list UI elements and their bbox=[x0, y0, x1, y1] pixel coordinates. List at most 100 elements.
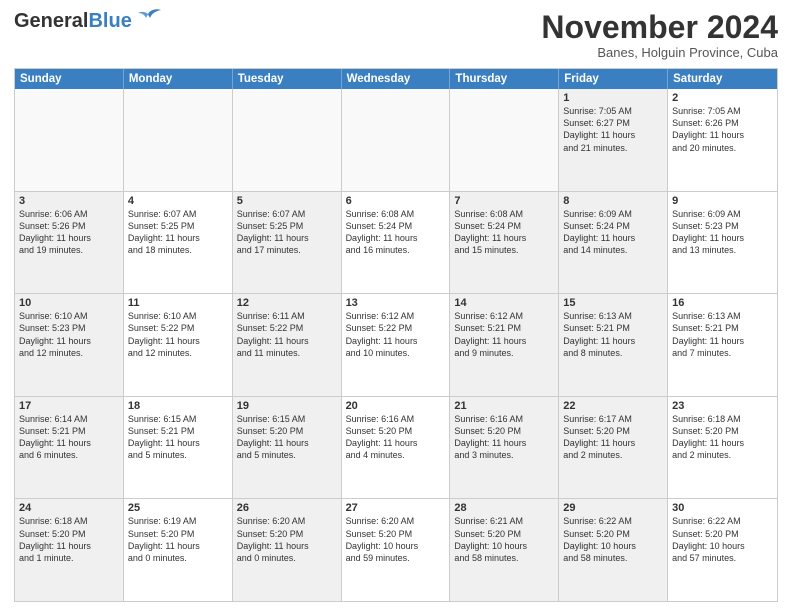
cal-cell bbox=[233, 89, 342, 191]
day-number: 12 bbox=[237, 297, 337, 309]
day-number: 22 bbox=[563, 400, 663, 412]
day-number: 15 bbox=[563, 297, 663, 309]
cal-cell: 14Sunrise: 6:12 AM Sunset: 5:21 PM Dayli… bbox=[450, 294, 559, 396]
calendar-row-2: 3Sunrise: 6:06 AM Sunset: 5:26 PM Daylig… bbox=[15, 191, 777, 294]
cal-cell: 23Sunrise: 6:18 AM Sunset: 5:20 PM Dayli… bbox=[668, 397, 777, 499]
cal-cell: 4Sunrise: 6:07 AM Sunset: 5:25 PM Daylig… bbox=[124, 192, 233, 294]
day-number: 7 bbox=[454, 195, 554, 207]
day-info: Sunrise: 6:20 AM Sunset: 5:20 PM Dayligh… bbox=[346, 515, 446, 564]
day-number: 10 bbox=[19, 297, 119, 309]
cal-cell: 7Sunrise: 6:08 AM Sunset: 5:24 PM Daylig… bbox=[450, 192, 559, 294]
day-info: Sunrise: 6:13 AM Sunset: 5:21 PM Dayligh… bbox=[672, 310, 773, 359]
day-number: 29 bbox=[563, 502, 663, 514]
day-number: 28 bbox=[454, 502, 554, 514]
day-info: Sunrise: 7:05 AM Sunset: 6:27 PM Dayligh… bbox=[563, 105, 663, 154]
day-number: 13 bbox=[346, 297, 446, 309]
day-info: Sunrise: 6:20 AM Sunset: 5:20 PM Dayligh… bbox=[237, 515, 337, 564]
cal-cell: 21Sunrise: 6:16 AM Sunset: 5:20 PM Dayli… bbox=[450, 397, 559, 499]
month-title: November 2024 bbox=[541, 10, 778, 45]
day-info: Sunrise: 6:22 AM Sunset: 5:20 PM Dayligh… bbox=[672, 515, 773, 564]
cal-header-tuesday: Tuesday bbox=[233, 69, 342, 89]
cal-cell bbox=[450, 89, 559, 191]
day-number: 1 bbox=[563, 92, 663, 104]
cal-cell: 6Sunrise: 6:08 AM Sunset: 5:24 PM Daylig… bbox=[342, 192, 451, 294]
cal-cell: 20Sunrise: 6:16 AM Sunset: 5:20 PM Dayli… bbox=[342, 397, 451, 499]
day-number: 16 bbox=[672, 297, 773, 309]
cal-cell: 28Sunrise: 6:21 AM Sunset: 5:20 PM Dayli… bbox=[450, 499, 559, 601]
day-info: Sunrise: 6:16 AM Sunset: 5:20 PM Dayligh… bbox=[454, 413, 554, 462]
day-info: Sunrise: 6:18 AM Sunset: 5:20 PM Dayligh… bbox=[19, 515, 119, 564]
cal-cell: 3Sunrise: 6:06 AM Sunset: 5:26 PM Daylig… bbox=[15, 192, 124, 294]
header: GeneralBlue November 2024 Banes, Holguin… bbox=[14, 10, 778, 60]
day-number: 6 bbox=[346, 195, 446, 207]
cal-cell: 15Sunrise: 6:13 AM Sunset: 5:21 PM Dayli… bbox=[559, 294, 668, 396]
day-number: 17 bbox=[19, 400, 119, 412]
day-number: 3 bbox=[19, 195, 119, 207]
logo: GeneralBlue bbox=[14, 10, 162, 32]
day-number: 26 bbox=[237, 502, 337, 514]
day-number: 4 bbox=[128, 195, 228, 207]
cal-cell: 26Sunrise: 6:20 AM Sunset: 5:20 PM Dayli… bbox=[233, 499, 342, 601]
calendar-row-1: 1Sunrise: 7:05 AM Sunset: 6:27 PM Daylig… bbox=[15, 89, 777, 191]
cal-cell: 8Sunrise: 6:09 AM Sunset: 5:24 PM Daylig… bbox=[559, 192, 668, 294]
cal-header-sunday: Sunday bbox=[15, 69, 124, 89]
day-info: Sunrise: 6:16 AM Sunset: 5:20 PM Dayligh… bbox=[346, 413, 446, 462]
cal-cell bbox=[15, 89, 124, 191]
day-number: 11 bbox=[128, 297, 228, 309]
cal-cell: 1Sunrise: 7:05 AM Sunset: 6:27 PM Daylig… bbox=[559, 89, 668, 191]
day-number: 18 bbox=[128, 400, 228, 412]
page: GeneralBlue November 2024 Banes, Holguin… bbox=[0, 0, 792, 612]
day-info: Sunrise: 6:18 AM Sunset: 5:20 PM Dayligh… bbox=[672, 413, 773, 462]
day-info: Sunrise: 6:08 AM Sunset: 5:24 PM Dayligh… bbox=[454, 208, 554, 257]
cal-cell: 19Sunrise: 6:15 AM Sunset: 5:20 PM Dayli… bbox=[233, 397, 342, 499]
cal-header-saturday: Saturday bbox=[668, 69, 777, 89]
day-info: Sunrise: 6:22 AM Sunset: 5:20 PM Dayligh… bbox=[563, 515, 663, 564]
cal-cell: 11Sunrise: 6:10 AM Sunset: 5:22 PM Dayli… bbox=[124, 294, 233, 396]
day-number: 2 bbox=[672, 92, 773, 104]
day-info: Sunrise: 6:14 AM Sunset: 5:21 PM Dayligh… bbox=[19, 413, 119, 462]
calendar-row-4: 17Sunrise: 6:14 AM Sunset: 5:21 PM Dayli… bbox=[15, 396, 777, 499]
day-info: Sunrise: 6:10 AM Sunset: 5:22 PM Dayligh… bbox=[128, 310, 228, 359]
cal-cell: 30Sunrise: 6:22 AM Sunset: 5:20 PM Dayli… bbox=[668, 499, 777, 601]
day-info: Sunrise: 6:21 AM Sunset: 5:20 PM Dayligh… bbox=[454, 515, 554, 564]
day-number: 25 bbox=[128, 502, 228, 514]
location-subtitle: Banes, Holguin Province, Cuba bbox=[541, 45, 778, 60]
calendar-row-3: 10Sunrise: 6:10 AM Sunset: 5:23 PM Dayli… bbox=[15, 293, 777, 396]
day-info: Sunrise: 6:19 AM Sunset: 5:20 PM Dayligh… bbox=[128, 515, 228, 564]
cal-header-wednesday: Wednesday bbox=[342, 69, 451, 89]
calendar-row-5: 24Sunrise: 6:18 AM Sunset: 5:20 PM Dayli… bbox=[15, 498, 777, 601]
logo-bird-icon bbox=[134, 6, 162, 28]
day-number: 19 bbox=[237, 400, 337, 412]
cal-cell: 5Sunrise: 6:07 AM Sunset: 5:25 PM Daylig… bbox=[233, 192, 342, 294]
day-info: Sunrise: 6:12 AM Sunset: 5:22 PM Dayligh… bbox=[346, 310, 446, 359]
day-number: 20 bbox=[346, 400, 446, 412]
cal-cell: 22Sunrise: 6:17 AM Sunset: 5:20 PM Dayli… bbox=[559, 397, 668, 499]
cal-header-friday: Friday bbox=[559, 69, 668, 89]
day-info: Sunrise: 6:17 AM Sunset: 5:20 PM Dayligh… bbox=[563, 413, 663, 462]
calendar-header-row: SundayMondayTuesdayWednesdayThursdayFrid… bbox=[15, 69, 777, 89]
day-number: 9 bbox=[672, 195, 773, 207]
day-info: Sunrise: 6:11 AM Sunset: 5:22 PM Dayligh… bbox=[237, 310, 337, 359]
day-number: 27 bbox=[346, 502, 446, 514]
cal-cell: 17Sunrise: 6:14 AM Sunset: 5:21 PM Dayli… bbox=[15, 397, 124, 499]
cal-cell: 9Sunrise: 6:09 AM Sunset: 5:23 PM Daylig… bbox=[668, 192, 777, 294]
day-info: Sunrise: 6:07 AM Sunset: 5:25 PM Dayligh… bbox=[128, 208, 228, 257]
day-info: Sunrise: 6:06 AM Sunset: 5:26 PM Dayligh… bbox=[19, 208, 119, 257]
day-info: Sunrise: 6:09 AM Sunset: 5:24 PM Dayligh… bbox=[563, 208, 663, 257]
cal-cell bbox=[342, 89, 451, 191]
day-number: 5 bbox=[237, 195, 337, 207]
cal-cell: 2Sunrise: 7:05 AM Sunset: 6:26 PM Daylig… bbox=[668, 89, 777, 191]
calendar-body: 1Sunrise: 7:05 AM Sunset: 6:27 PM Daylig… bbox=[15, 89, 777, 601]
cal-cell: 29Sunrise: 6:22 AM Sunset: 5:20 PM Dayli… bbox=[559, 499, 668, 601]
cal-header-monday: Monday bbox=[124, 69, 233, 89]
day-info: Sunrise: 6:13 AM Sunset: 5:21 PM Dayligh… bbox=[563, 310, 663, 359]
title-section: November 2024 Banes, Holguin Province, C… bbox=[541, 10, 778, 60]
day-number: 23 bbox=[672, 400, 773, 412]
day-info: Sunrise: 6:10 AM Sunset: 5:23 PM Dayligh… bbox=[19, 310, 119, 359]
day-info: Sunrise: 6:09 AM Sunset: 5:23 PM Dayligh… bbox=[672, 208, 773, 257]
calendar: SundayMondayTuesdayWednesdayThursdayFrid… bbox=[14, 68, 778, 602]
cal-header-thursday: Thursday bbox=[450, 69, 559, 89]
cal-cell: 27Sunrise: 6:20 AM Sunset: 5:20 PM Dayli… bbox=[342, 499, 451, 601]
day-info: Sunrise: 6:07 AM Sunset: 5:25 PM Dayligh… bbox=[237, 208, 337, 257]
day-number: 8 bbox=[563, 195, 663, 207]
